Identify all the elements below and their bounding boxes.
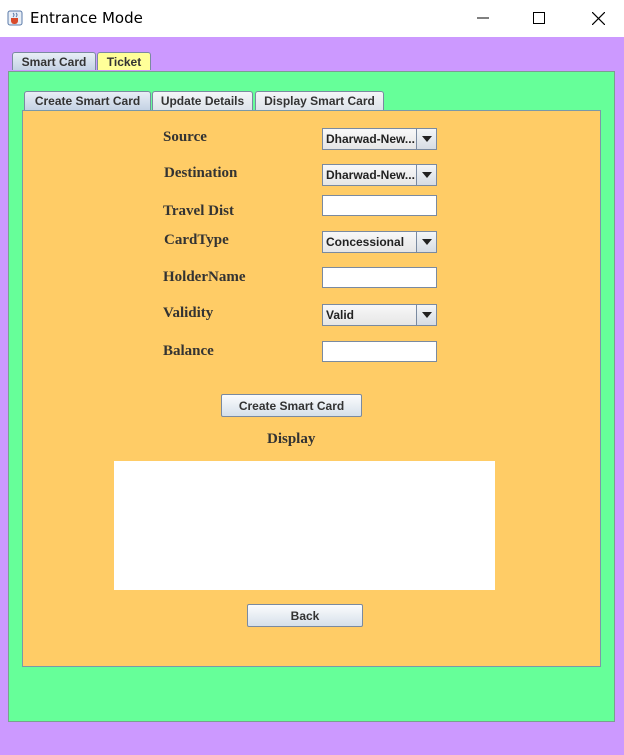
tab-display-smart-card[interactable]: Display Smart Card bbox=[255, 91, 384, 110]
display-label: Display bbox=[267, 431, 316, 447]
validity-select[interactable]: Valid bbox=[322, 304, 437, 326]
destination-select[interactable]: Dharwad-New... bbox=[322, 164, 437, 186]
card-type-label: CardType bbox=[164, 232, 229, 248]
validity-label: Validity bbox=[163, 305, 214, 321]
maximize-button[interactable] bbox=[516, 0, 562, 36]
tab-ticket[interactable]: Ticket bbox=[97, 52, 151, 70]
window-title: Entrance Mode bbox=[30, 9, 143, 27]
card-type-select[interactable]: Concessional bbox=[322, 231, 437, 253]
tab-smart-card[interactable]: Smart Card bbox=[12, 52, 96, 70]
chevron-down-icon[interactable] bbox=[416, 165, 436, 185]
close-icon bbox=[591, 11, 605, 25]
holder-name-label: HolderName bbox=[163, 269, 246, 285]
balance-field[interactable] bbox=[322, 341, 437, 362]
tab-update-details[interactable]: Update Details bbox=[152, 91, 253, 110]
balance-label: Balance bbox=[163, 343, 214, 359]
holder-name-field[interactable] bbox=[322, 267, 437, 288]
title-bar: Entrance Mode bbox=[0, 0, 624, 37]
destination-label: Destination bbox=[164, 165, 238, 181]
back-button[interactable]: Back bbox=[247, 604, 363, 627]
chevron-down-icon[interactable] bbox=[416, 305, 436, 325]
display-area[interactable] bbox=[114, 461, 495, 590]
source-select[interactable]: Dharwad-New... bbox=[322, 128, 437, 150]
chevron-down-icon[interactable] bbox=[416, 232, 436, 252]
travel-dist-label: Travel Dist bbox=[163, 203, 234, 219]
source-value: Dharwad-New... bbox=[326, 132, 415, 146]
java-cup-icon bbox=[6, 9, 24, 27]
create-smart-card-button[interactable]: Create Smart Card bbox=[221, 394, 362, 417]
chevron-down-icon[interactable] bbox=[416, 129, 436, 149]
tab-create-smart-card[interactable]: Create Smart Card bbox=[24, 91, 151, 110]
card-type-value: Concessional bbox=[326, 235, 405, 249]
validity-value: Valid bbox=[326, 308, 355, 322]
destination-value: Dharwad-New... bbox=[326, 168, 415, 182]
minimize-button[interactable] bbox=[460, 0, 506, 36]
source-label: Source bbox=[163, 129, 207, 145]
close-button[interactable] bbox=[575, 0, 621, 36]
minimize-icon bbox=[477, 12, 489, 24]
travel-dist-field[interactable] bbox=[322, 195, 437, 216]
maximize-icon bbox=[533, 12, 545, 24]
